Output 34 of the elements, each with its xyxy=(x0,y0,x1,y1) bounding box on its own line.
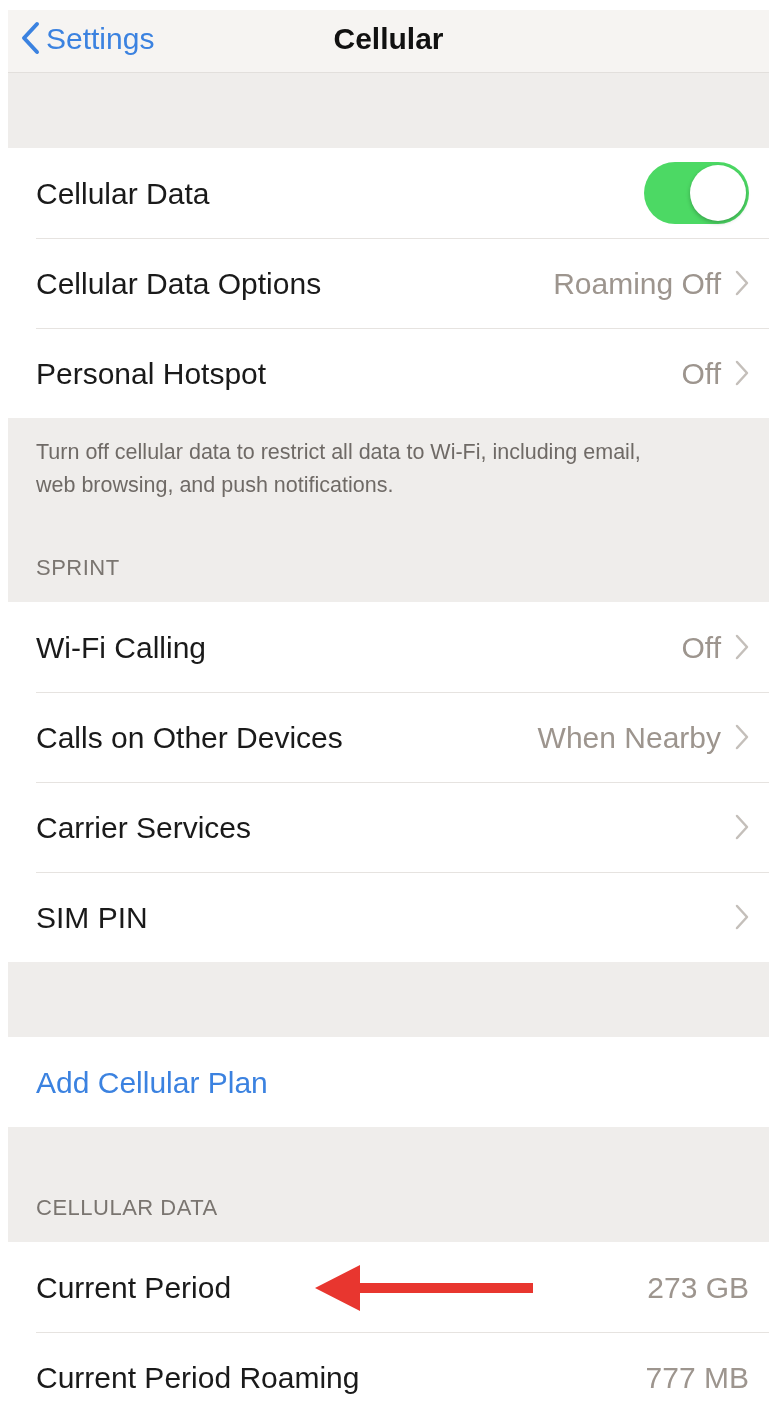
chevron-icon xyxy=(735,814,749,840)
back-chevron-icon xyxy=(20,21,40,55)
row-label: SIM PIN xyxy=(36,899,149,936)
settings-row[interactable]: SIM PIN xyxy=(8,872,769,962)
settings-row[interactable]: Calls on Other Devices When Nearby xyxy=(8,692,769,782)
chevron-icon xyxy=(735,904,749,930)
chevron-icon xyxy=(735,360,749,386)
section-footer: Turn off cellular data to restrict all data to Wi-Fi, including email, web browsing, and push notifications. xyxy=(8,418,769,524)
toggle-switch[interactable] xyxy=(644,162,749,224)
settings-row[interactable]: Carrier Services xyxy=(8,782,769,872)
row-value: Off xyxy=(681,355,721,392)
settings-row[interactable]: Cellular Data Options Roaming Off xyxy=(8,238,769,328)
row-label: Current Period xyxy=(36,1269,233,1306)
row-value: Off xyxy=(681,629,721,666)
back-button[interactable]: Settings xyxy=(8,10,155,66)
row-value: 273 GB xyxy=(647,1269,749,1306)
row-label: Carrier Services xyxy=(36,809,253,846)
chevron-icon xyxy=(735,724,749,750)
section-header: SPRINT xyxy=(36,554,120,582)
row-label: Cellular Data xyxy=(36,175,211,212)
section-header: CELLULAR DATA xyxy=(36,1194,218,1222)
row-label: Cellular Data Options xyxy=(36,265,323,302)
row-label: Wi-Fi Calling xyxy=(36,629,207,666)
chevron-icon xyxy=(735,634,749,660)
chevron-icon xyxy=(735,270,749,296)
row-label: Personal Hotspot xyxy=(36,355,268,392)
screen-title: Cellular xyxy=(333,20,444,57)
row-value: 777 MB xyxy=(645,1359,749,1396)
row-value: When Nearby xyxy=(537,719,721,756)
settings-row[interactable]: Wi-Fi Calling Off xyxy=(8,602,769,692)
settings-row[interactable]: Personal Hotspot Off xyxy=(8,328,769,418)
row-label: Current Period Roaming xyxy=(36,1359,361,1396)
row-value: Roaming Off xyxy=(553,265,721,302)
row-label: Calls on Other Devices xyxy=(36,719,344,756)
